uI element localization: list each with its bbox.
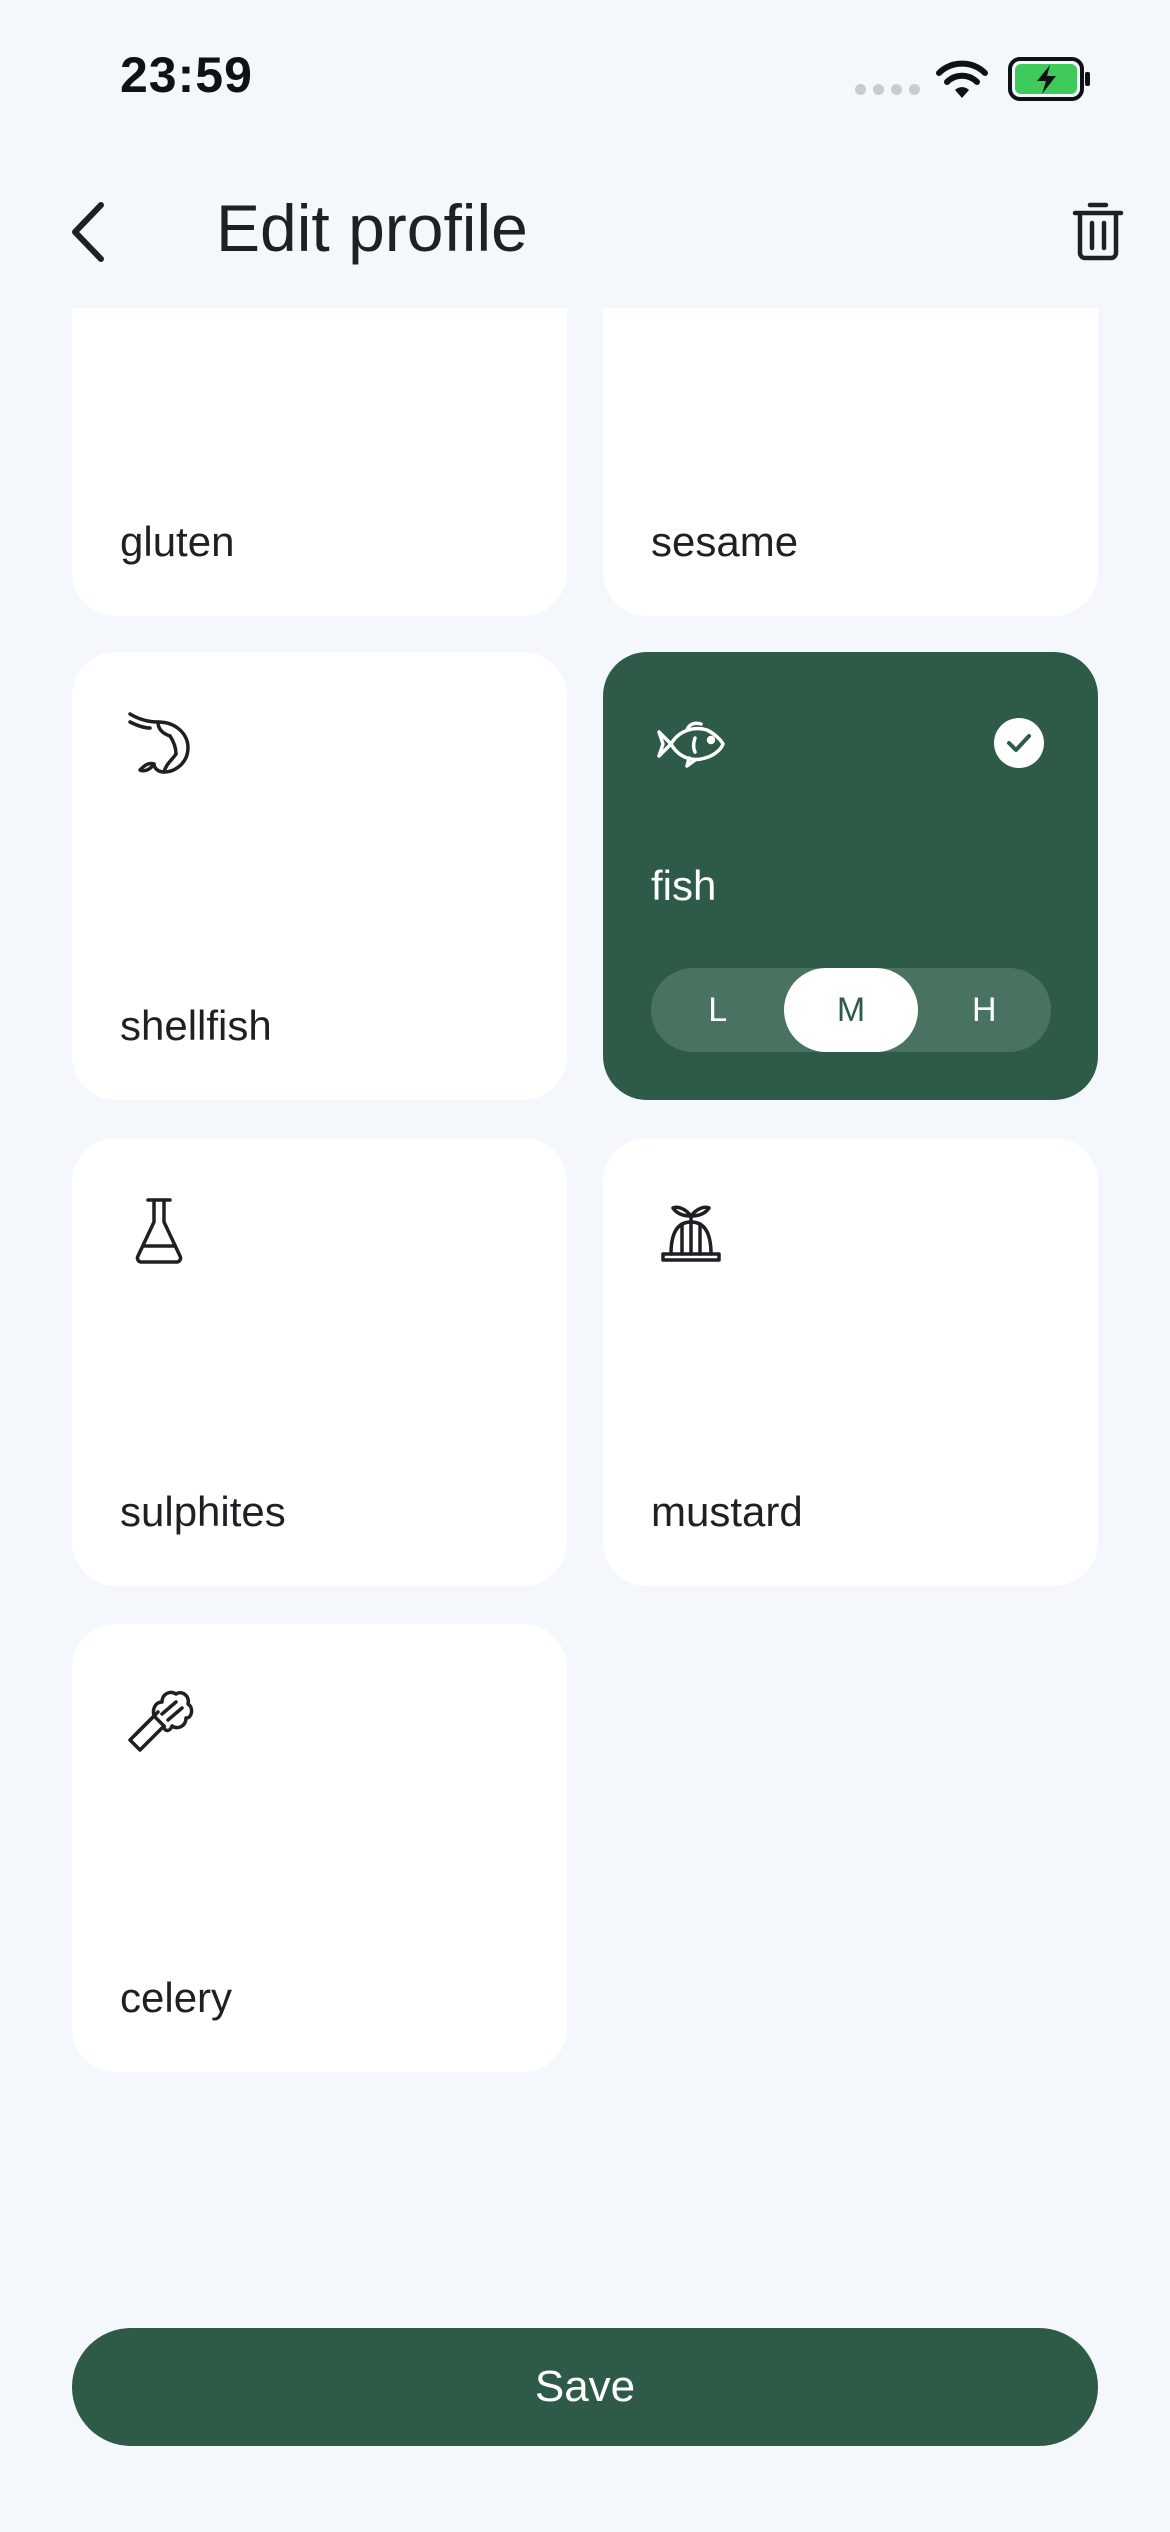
celery-icon bbox=[128, 1690, 194, 1752]
status-time: 23:59 bbox=[120, 47, 253, 103]
wifi-icon bbox=[936, 60, 988, 98]
cellular-signal-icon bbox=[855, 84, 920, 95]
level-option-medium[interactable]: M bbox=[784, 968, 918, 1052]
allergen-label: celery bbox=[120, 1974, 233, 2021]
allergen-card-sesame[interactable]: sesame bbox=[603, 308, 1098, 616]
selected-check-icon bbox=[994, 718, 1044, 768]
allergen-card-celery[interactable]: celery bbox=[72, 1624, 567, 2072]
header: Edit profile bbox=[0, 170, 1170, 300]
allergen-label: sesame bbox=[651, 518, 799, 565]
allergen-label: shellfish bbox=[120, 1002, 272, 1049]
back-button[interactable] bbox=[52, 192, 122, 272]
delete-profile-button[interactable] bbox=[1060, 188, 1136, 272]
shrimp-icon bbox=[128, 712, 190, 774]
allergen-card-mustard[interactable]: mustard bbox=[603, 1138, 1098, 1586]
allergen-card-fish[interactable]: fish L M H bbox=[603, 652, 1098, 1100]
trash-icon bbox=[1072, 202, 1124, 261]
allergen-list[interactable]: gluten sesame shellfish fish L M H sulph… bbox=[0, 308, 1170, 2308]
chevron-left-icon bbox=[72, 202, 104, 262]
allergen-card-sulphites[interactable]: sulphites bbox=[72, 1138, 567, 1586]
allergen-card-gluten[interactable]: gluten bbox=[72, 308, 567, 616]
level-option-low[interactable]: L bbox=[651, 968, 784, 1052]
level-option-high[interactable]: H bbox=[918, 968, 1051, 1052]
status-bar: 23:59 bbox=[0, 0, 1170, 150]
allergen-label: sulphites bbox=[120, 1488, 286, 1535]
save-button[interactable]: Save bbox=[72, 2328, 1098, 2446]
battery-charging-icon bbox=[1008, 57, 1090, 101]
allergen-label: fish bbox=[651, 862, 717, 909]
mustard-jelly-icon bbox=[661, 1205, 721, 1262]
flask-icon bbox=[135, 1198, 183, 1264]
severity-level-toggle[interactable]: L M H bbox=[651, 968, 1051, 1052]
page-title: Edit profile bbox=[216, 191, 528, 265]
allergen-label: mustard bbox=[651, 1488, 803, 1535]
allergen-label: gluten bbox=[120, 518, 235, 565]
fish-icon bbox=[657, 721, 725, 768]
allergen-card-shellfish[interactable]: shellfish bbox=[72, 652, 567, 1100]
